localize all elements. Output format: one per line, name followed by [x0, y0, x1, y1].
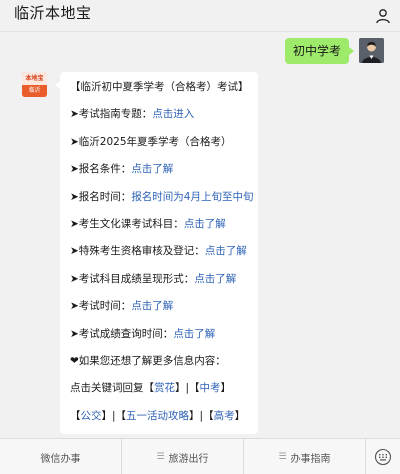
reply-item: ➤考试科目成绩呈现形式：点击了解 [60, 266, 258, 293]
reply-item: ➤考试指南专题：点击进入 [60, 101, 258, 128]
reply-item-link[interactable]: 点击了解 [173, 328, 215, 340]
page-title: 临沂本地宝 [14, 4, 92, 22]
keyword-line-2: 【公交】|【五一活动攻略】|【高考】 [60, 403, 258, 430]
reply-item-link[interactable]: 点击了解 [184, 218, 226, 230]
chat-area[interactable]: 初中学考 本地宝 临沂 【临沂初中夏季学考（合格考）考试】 ➤考试指南专题：点击… [0, 32, 400, 438]
bracket: 】 [220, 382, 232, 395]
menu-icon: ☰ [278, 452, 287, 462]
keyword-intro: 点击关键词回复 [70, 382, 144, 395]
reply-item-link[interactable]: 点击了解 [194, 273, 236, 285]
more-info-text: ❤如果您还想了解更多信息内容： [70, 354, 226, 367]
reply-item-link[interactable]: 点击了解 [131, 300, 173, 312]
bracket: 【 [70, 409, 81, 422]
user-avatar[interactable] [359, 38, 384, 63]
keyword-link-bus[interactable]: 公交 [81, 410, 102, 422]
menu-tab-label: 微信办事 [40, 453, 81, 465]
reply-item: ➤考生文化课考试科目：点击了解 [60, 211, 258, 238]
reply-item: ➤报名条件：点击了解 [60, 156, 258, 183]
reply-item-label: ➤考试指南专题： [70, 108, 153, 121]
user-icon [376, 9, 390, 24]
menu-tab-travel[interactable]: ☰ 旅游出行 [122, 439, 244, 474]
reply-item-label: ➤临沂2025年夏季学考（合格考） [70, 135, 232, 148]
bot-avatar-top-text: 本地宝 [22, 72, 47, 85]
reply-item-link[interactable]: 点击了解 [205, 245, 247, 257]
keyword-line-1: 点击关键词回复【赏花】|【中考】 [60, 375, 258, 402]
bracket: 】 [189, 409, 200, 422]
reply-item: ➤报名时间：报名时间为4月上旬至中旬 [60, 184, 258, 211]
bot-message-row: 本地宝 临沂 【临沂初中夏季学考（合格考）考试】 ➤考试指南专题：点击进入 ➤临… [22, 72, 258, 435]
reply-item-label: ➤特殊考生资格审核及登记： [70, 245, 205, 258]
keyword-link-gaokao[interactable]: 高考 [214, 410, 235, 422]
keyword-link-zhongkao[interactable]: 中考 [200, 382, 221, 394]
reply-item-label: ➤考试成绩查询时间： [70, 327, 174, 340]
reply-item-link[interactable]: 报名时间为4月上旬至中旬 [131, 191, 253, 203]
keyboard-toggle-button[interactable] [366, 439, 400, 474]
keyword-link-flowers[interactable]: 赏花 [154, 382, 175, 394]
bot-avatar[interactable]: 本地宝 临沂 [22, 72, 47, 97]
user-profile-button[interactable] [372, 6, 394, 26]
keyword-link-mayday[interactable]: 五一活动攻略 [126, 410, 189, 422]
reply-item-label: ➤报名条件： [70, 163, 132, 176]
app-header: 临沂本地宝 [0, 0, 400, 32]
bracket: 】 [101, 409, 113, 422]
menu-tab-label: 旅游出行 [168, 453, 209, 465]
bracket: 】 [234, 409, 246, 422]
reply-item-link[interactable]: 点击进入 [152, 108, 194, 120]
menu-tab-guide[interactable]: ☰ 办事指南 [244, 439, 366, 474]
bracket: 【 [203, 409, 214, 422]
reply-item: ➤临沂2025年夏季学考（合格考） [60, 129, 258, 156]
menu-tab-label: 办事指南 [290, 453, 331, 465]
reply-item-label: ➤考生文化课考试科目： [70, 217, 184, 230]
user-message-bubble[interactable]: 初中学考 [284, 38, 355, 64]
menu-tab-wechat-services[interactable]: 微信办事 [0, 439, 122, 474]
menu-icon: ☰ [156, 452, 165, 462]
bot-avatar-bottom-text: 临沂 [22, 85, 47, 97]
reply-item: ➤特殊考生资格审核及登记：点击了解 [60, 238, 258, 265]
reply-item-label: ➤考试时间： [70, 300, 132, 313]
reply-item-label: ➤报名时间： [70, 190, 132, 203]
bracket: 【 [189, 382, 200, 395]
bracket: 【 [143, 382, 155, 395]
bottom-menu-bar: 微信办事 ☰ 旅游出行 ☰ 办事指南 [0, 438, 400, 474]
bracket: 【 [115, 409, 127, 422]
person-photo-icon [359, 38, 384, 63]
reply-item: ➤考试时间：点击了解 [60, 293, 258, 320]
bracket: 】 [175, 382, 186, 395]
reply-item: ➤考试成绩查询时间：点击了解 [60, 321, 258, 348]
user-message-row: 初中学考 [284, 38, 384, 64]
keyboard-icon [374, 448, 392, 466]
reply-title: 【临沂初中夏季学考（合格考）考试】 [70, 81, 249, 93]
bot-message-bubble: 【临沂初中夏季学考（合格考）考试】 ➤考试指南专题：点击进入 ➤临沂2025年夏… [55, 72, 258, 435]
reply-item-label: ➤考试科目成绩呈现形式： [70, 272, 195, 285]
reply-item-link[interactable]: 点击了解 [131, 163, 173, 175]
